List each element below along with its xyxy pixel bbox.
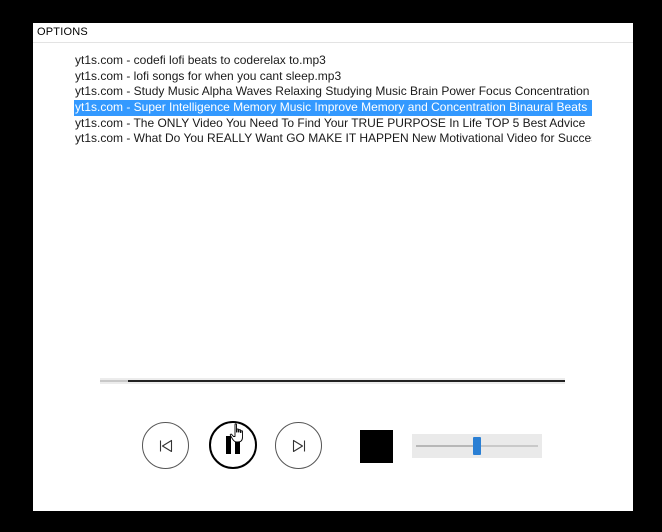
play-pause-button[interactable]	[209, 421, 257, 469]
volume-thumb[interactable]	[473, 437, 481, 455]
stop-button[interactable]	[360, 430, 393, 463]
seek-bar[interactable]	[100, 378, 565, 384]
volume-fill	[416, 445, 477, 447]
skip-previous-icon	[159, 439, 172, 452]
pause-icon	[226, 436, 240, 454]
playlist-item-selected[interactable]: yt1s.com - Super Intelligence Memory Mus…	[74, 100, 592, 116]
options-menu[interactable]: OPTIONS	[37, 26, 88, 38]
player-window: OPTIONS yt1s.com - codefi lofi beats to …	[33, 23, 633, 511]
seek-bar-played	[100, 380, 128, 382]
playlist-item[interactable]: yt1s.com - lofi songs for when you cant …	[74, 69, 592, 85]
previous-button[interactable]	[142, 422, 189, 469]
playlist-item[interactable]: yt1s.com - The ONLY Video You Need To Fi…	[74, 116, 592, 132]
menu-bar: OPTIONS	[33, 23, 633, 43]
playlist-item[interactable]: yt1s.com - codefi lofi beats to coderela…	[74, 53, 592, 69]
playlist-item[interactable]: yt1s.com - What Do You REALLY Want GO MA…	[74, 131, 592, 147]
playlist-item[interactable]: yt1s.com - Study Music Alpha Waves Relax…	[74, 84, 592, 100]
seek-bar-track	[100, 380, 565, 382]
playlist: yt1s.com - codefi lofi beats to coderela…	[74, 53, 592, 183]
skip-next-icon	[292, 439, 305, 452]
volume-slider[interactable]	[412, 434, 542, 458]
next-button[interactable]	[275, 422, 322, 469]
